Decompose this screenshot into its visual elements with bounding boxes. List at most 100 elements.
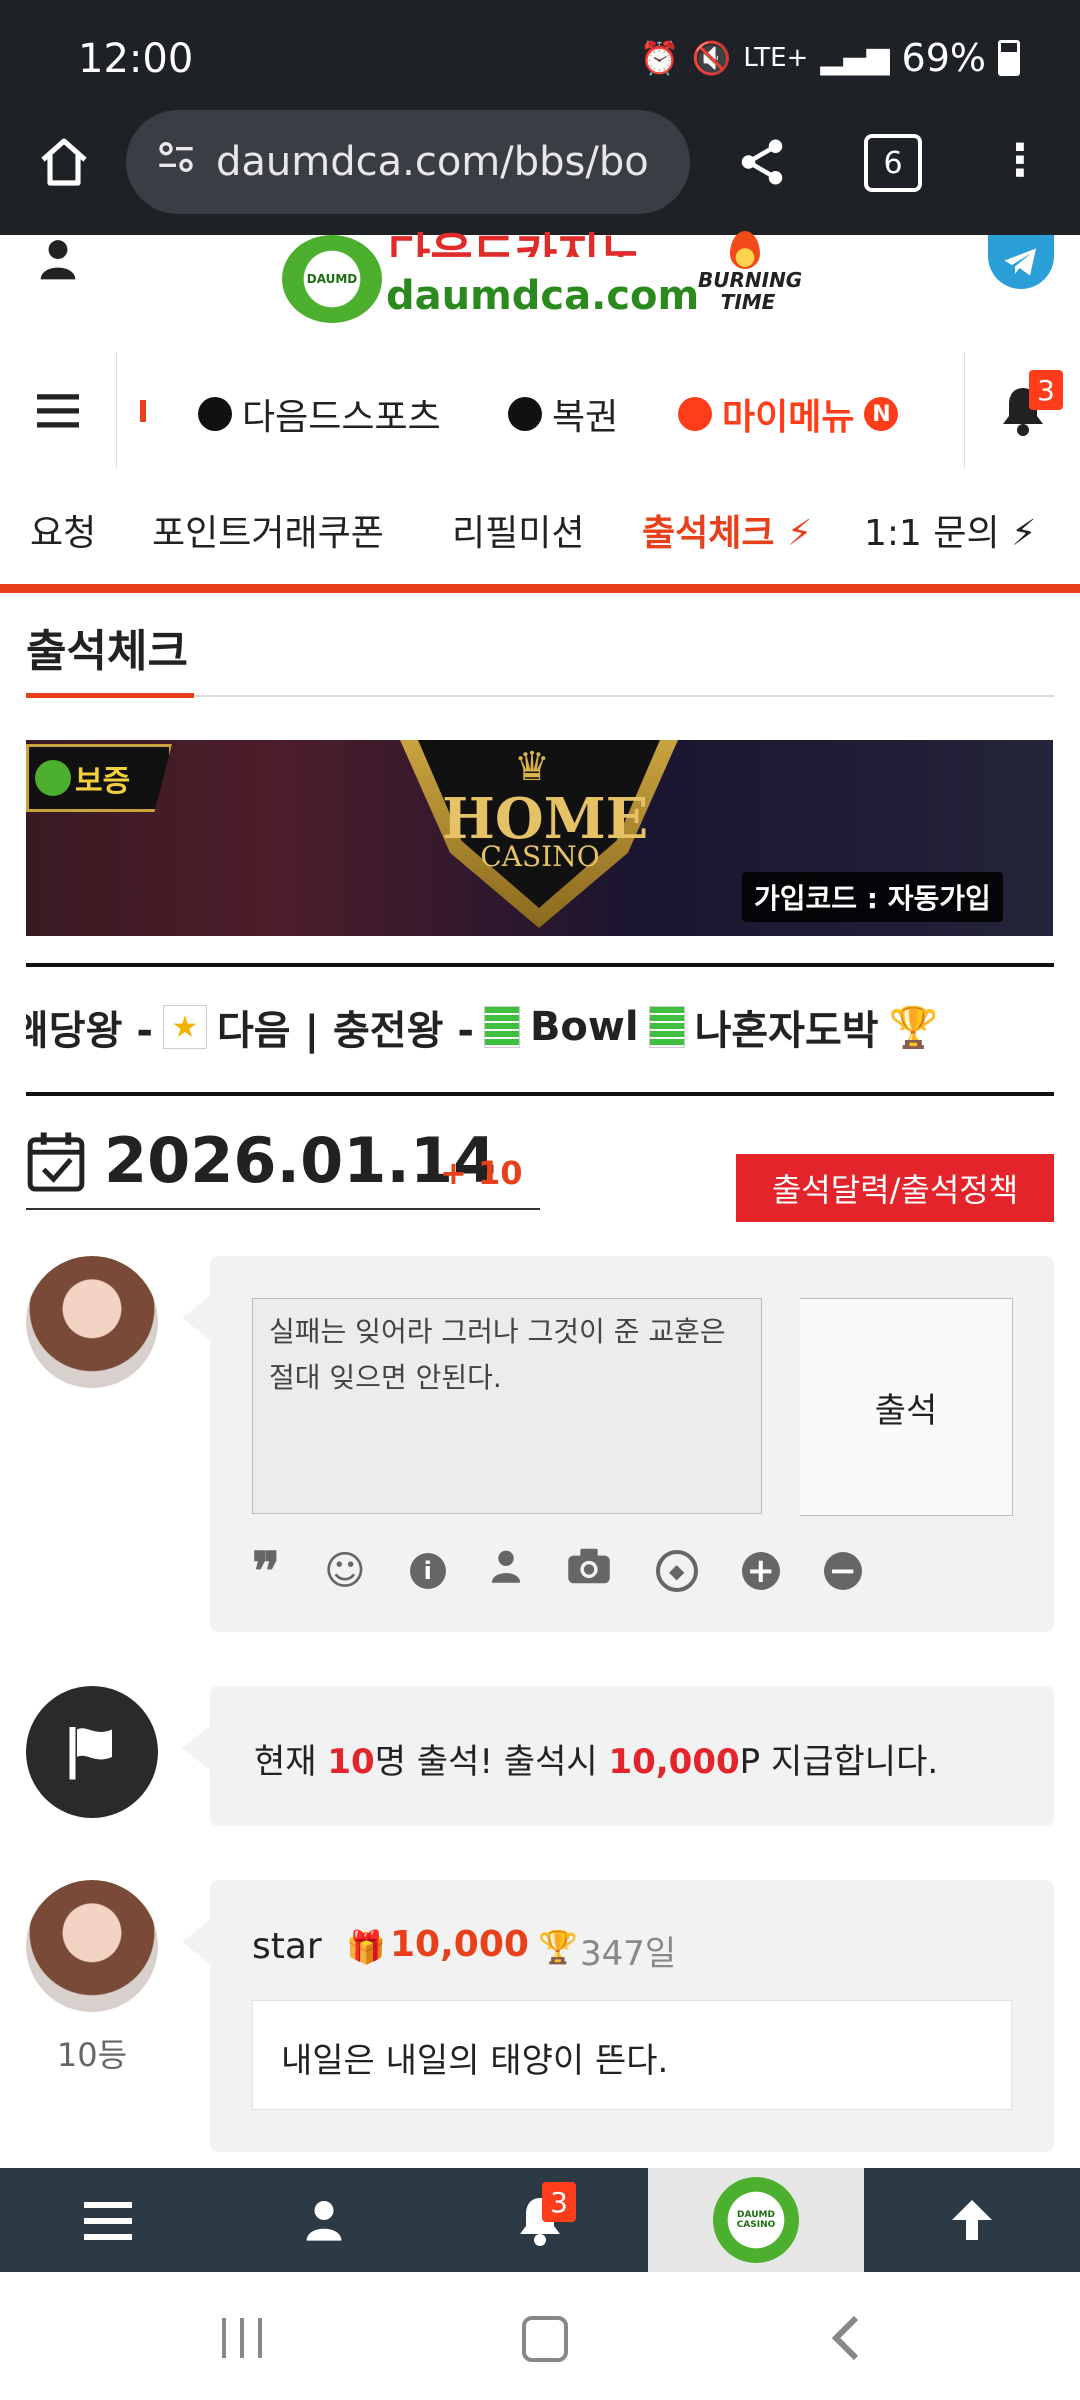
- url-field[interactable]: daumdca.com/bbs/bo: [126, 110, 690, 214]
- avatar: [26, 1880, 158, 2012]
- trophy-icon: 🏆: [538, 1928, 578, 1966]
- bottom-home-logo-button[interactable]: DAUMD CASINO: [648, 2168, 864, 2272]
- calendar-icon: [26, 1130, 86, 1198]
- brand-bottom: CASINO: [480, 840, 600, 873]
- home-nav-icon[interactable]: [522, 2316, 568, 2362]
- new-badge: N: [864, 397, 899, 431]
- entry-days: 347일: [580, 1934, 677, 1974]
- marquee-segment: 왜당왕 -: [26, 1008, 153, 1054]
- daumd-casino-logo: DAUMD CASINO: [713, 2177, 799, 2263]
- battery-text: 69%: [901, 36, 986, 80]
- crown-icon: ♛: [514, 744, 550, 790]
- entry-username[interactable]: star: [252, 1926, 322, 1967]
- subnav-item-attendance[interactable]: 출석체크 ⚡: [642, 504, 812, 556]
- marquee-top-rule: [26, 963, 1054, 967]
- guarantee-badge: 보증: [26, 744, 172, 812]
- notice-suffix: P 지급합니다.: [739, 1742, 939, 1782]
- url-text: daumdca.com/bbs/bo: [216, 139, 649, 185]
- marquee-bottom-rule: [26, 1092, 1054, 1096]
- nav-item-lottery[interactable]: 복권: [508, 388, 618, 440]
- minus-circle-icon[interactable]: −: [823, 1551, 862, 1591]
- tab-count: 6: [883, 145, 903, 181]
- nav-item-mymenu[interactable]: 마이메뉴 N: [678, 388, 899, 440]
- compass-icon[interactable]: ◆: [655, 1550, 698, 1592]
- attendance-comment-input[interactable]: 실패는 잊어라 그러나 그것이 준 교훈은 절대 잊으면 안된다.: [252, 1298, 762, 1514]
- notification-count-badge: 3: [542, 2182, 576, 2222]
- subnav-item-label: 1:1 문의: [864, 513, 1000, 554]
- main-nav: 다음드스포츠 복권 마이메뉴 N 3: [0, 352, 1080, 469]
- notice-points: 10,000: [608, 1742, 740, 1782]
- join-code-label: 가입코드 : 자동가입: [742, 872, 1003, 922]
- nav-item-label: 다음드스포츠: [242, 397, 441, 438]
- nav-item-label: 마이메뉴: [722, 397, 855, 438]
- recent-apps-icon[interactable]: [222, 2318, 262, 2358]
- bottom-user-button[interactable]: [216, 2168, 432, 2272]
- star-icon: ★: [162, 1005, 207, 1049]
- lightning-icon: ⚡: [1011, 513, 1037, 554]
- ranking-marquee: 왜당왕 - ★ 다음 | 충전왕 - Bowl 나혼자도박 🏆: [26, 998, 1054, 1056]
- tab-switcher-button[interactable]: 6: [864, 134, 922, 192]
- guarantee-emblem-icon: [35, 760, 71, 796]
- arrow-up-icon: [952, 2200, 992, 2240]
- lightning-icon: ⚡: [787, 513, 813, 554]
- camera-icon[interactable]: [566, 1547, 612, 1595]
- marquee-segment: 나혼자도박: [694, 1008, 879, 1054]
- back-nav-icon[interactable]: [830, 2314, 860, 2366]
- gift-icon: 🎁: [346, 1928, 386, 1966]
- telegram-icon[interactable]: [988, 235, 1054, 289]
- emoticon-icon[interactable]: ☺: [324, 1548, 366, 1594]
- scroll-top-button[interactable]: [864, 2168, 1080, 2272]
- page-title: 출석체크: [26, 626, 188, 677]
- user-icon: [306, 2201, 342, 2241]
- user-mention-icon[interactable]: [490, 1548, 522, 1594]
- quote-icon[interactable]: ❞: [252, 1541, 280, 1602]
- attendance-submit-button[interactable]: 출석: [800, 1298, 1013, 1516]
- notification-bell-button[interactable]: 3: [964, 352, 1080, 468]
- lte-icon: LTE+: [743, 43, 809, 73]
- bottom-toolbar: 3 DAUMD CASINO: [0, 2168, 1080, 2272]
- subnav-item-refill[interactable]: 리필미션: [452, 504, 584, 556]
- marquee-segment: Bowl: [529, 1004, 639, 1050]
- entry-message: 내일은 내일의 태양이 뜬다.: [252, 2000, 1012, 2110]
- site-header: DAUMD 다음드카지노 daumdca.com BURNING TIME: [0, 228, 1080, 356]
- bullet-icon: [198, 397, 232, 431]
- attendance-rank: 10등: [56, 2036, 128, 2074]
- sub-nav: 요청 포인트거래쿠폰 리필미션 출석체크 ⚡ 1:1 문의 ⚡: [0, 468, 1080, 593]
- title-underline: [26, 693, 194, 698]
- level-icon: [648, 1006, 685, 1048]
- attendance-bonus: + 10: [440, 1154, 523, 1192]
- battery-icon: [998, 40, 1020, 76]
- hamburger-menu-icon: [84, 2202, 132, 2240]
- nav-item-sports[interactable]: 다음드스포츠: [198, 388, 441, 440]
- avatar: [26, 1256, 158, 1388]
- date-underline: [26, 1208, 540, 1210]
- home-icon[interactable]: [30, 128, 98, 196]
- subnav-item-point-trade[interactable]: 포인트거래쿠폰: [152, 504, 384, 556]
- attendance-notice: 현재 10명 출석! 출석시 10,000P 지급합니다.: [182, 1686, 1054, 1826]
- plus-circle-icon[interactable]: +: [741, 1551, 780, 1591]
- notice-text: 현재 10명 출석! 출석시 10,000P 지급합니다.: [254, 1734, 938, 1783]
- user-icon[interactable]: [34, 235, 82, 283]
- calendar-policy-button[interactable]: 출석달력/출석정책: [736, 1154, 1054, 1222]
- compose-toolbar: ❞ ☺ i ◆ + −: [252, 1541, 892, 1602]
- marquee-segment: 다음 | 충전왕 -: [216, 1008, 474, 1054]
- site-logo[interactable]: DAUMD 다음드카지노 daumdca.com BURNING TIME: [278, 228, 802, 323]
- level-icon: [483, 1006, 520, 1048]
- entry-points: 10,000: [390, 1924, 529, 1965]
- nav-item-label: 복권: [552, 397, 619, 438]
- logo-korean: 다음드카지노: [388, 228, 642, 257]
- subnav-item-inquiry[interactable]: 1:1 문의 ⚡: [864, 504, 1036, 556]
- share-icon[interactable]: [728, 128, 796, 196]
- site-settings-icon[interactable]: [156, 137, 196, 187]
- ad-banner[interactable]: 보증 ♛ HOME CASINO 가입코드 : 자동가입: [26, 740, 1053, 936]
- more-menu-icon[interactable]: ⋮: [998, 130, 1042, 190]
- flame-icon: [730, 231, 760, 269]
- bullet-icon: [508, 397, 542, 431]
- bottom-menu-button[interactable]: [0, 2168, 216, 2272]
- status-icons: ⏰ 🔇 LTE+ ▂▄▆ 69%: [640, 36, 1020, 80]
- hamburger-menu-icon[interactable]: [0, 352, 117, 468]
- bottom-notification-button[interactable]: 3: [432, 2168, 648, 2272]
- notice-prefix: 현재: [254, 1742, 328, 1782]
- subnav-item-request[interactable]: 요청: [30, 504, 96, 556]
- info-icon[interactable]: i: [409, 1553, 446, 1589]
